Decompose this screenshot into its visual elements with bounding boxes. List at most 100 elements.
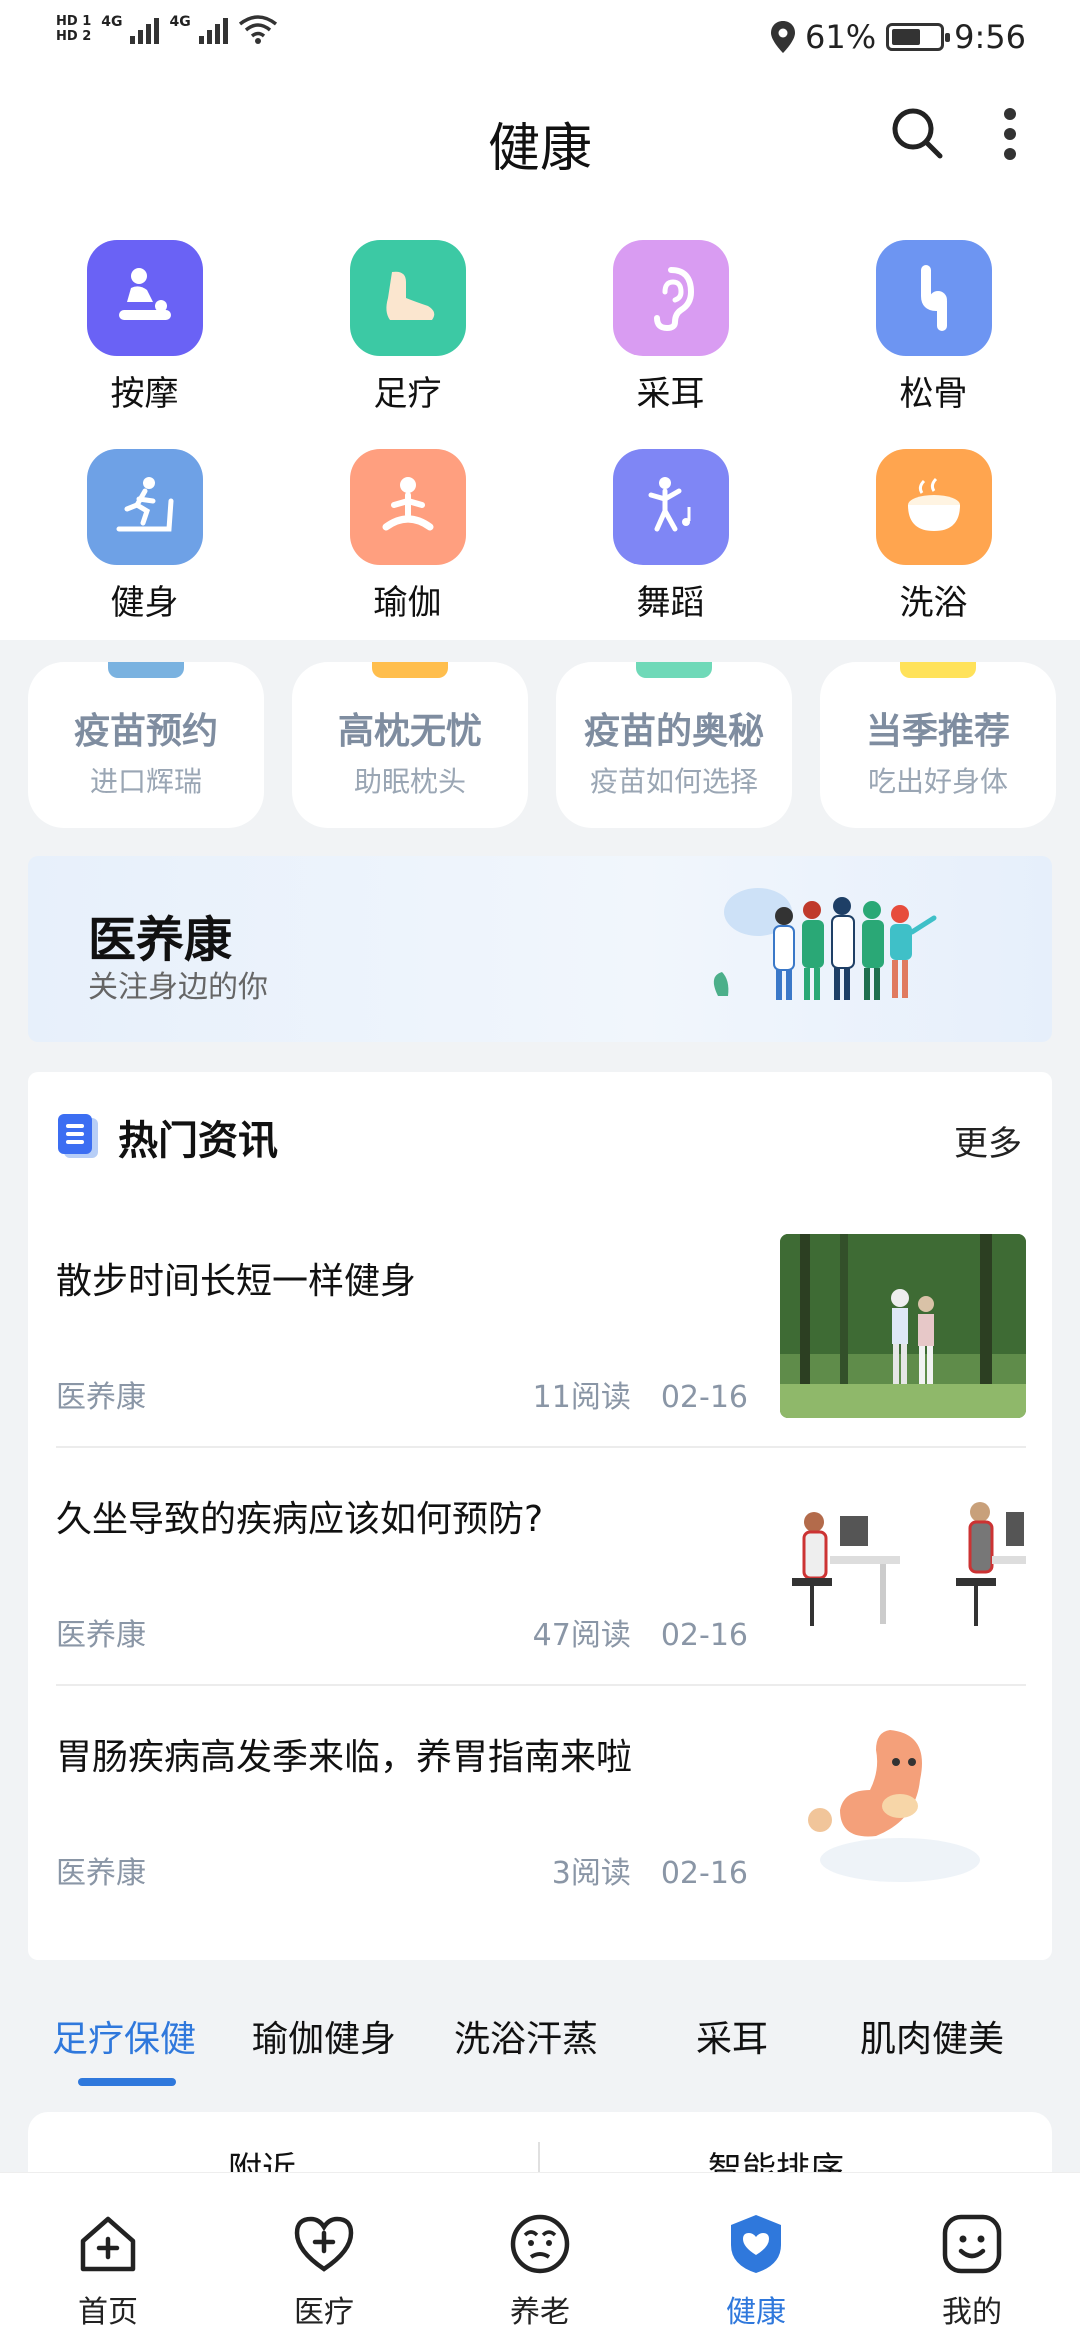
tab-ear-cleaning[interactable]: 采耳 [696,2010,768,2062]
nav-elderly-care[interactable]: 养老 [432,2173,648,2340]
nav-home[interactable]: 首页 [0,2173,216,2340]
divider [56,1446,1026,1448]
category-bath[interactable]: 洗浴 [802,449,1065,624]
active-tab-indicator [78,2078,176,2086]
news-item[interactable]: 久坐导致的疾病应该如何预防? 医养康 47阅读 02-16 [56,1472,1026,1682]
news-item[interactable]: 胃肠疾病高发季来临，养胃指南来啦 医养康 3阅读 02-16 [56,1710,1026,1920]
hd2-indicator: HD 2 [56,29,92,44]
divider [538,2142,540,2172]
service-tabs: 足疗保健 瑜伽健身 洗浴汗蒸 采耳 肌肉健美 [0,2000,1080,2110]
promo-card-vaccine-booking[interactable]: 疫苗预约 进口辉瑞 [28,662,264,828]
category-label: 瑜伽 [373,583,442,623]
battery-icon [886,23,951,51]
nav-label: 健康 [726,2295,786,2330]
promo-card-seasonal[interactable]: 当季推荐 吃出好身体 [820,662,1056,828]
news-meta: 11阅读 02-16 [532,1380,748,1415]
category-label: 健身 [110,583,179,623]
bottom-navigation: 首页 医疗 养老 健康 我的 [0,2172,1080,2340]
wifi-icon [238,15,277,44]
medical-staff-illustration [713,888,937,1000]
profile-face-icon [942,2214,1002,2274]
signal-icon [130,14,160,44]
card-accent [900,662,976,678]
clock: 9:56 [954,18,1026,56]
tab-bodybuilding[interactable]: 肌肉健美 [860,2010,1004,2062]
more-link[interactable]: 更多 [954,1116,1022,1165]
card-title: 疫苗预约 [73,711,218,752]
promo-cards: 疫苗预约 进口辉瑞 高枕无忧 助眠枕头 疫苗的奥秘 疫苗如何选择 当季推荐 吃出… [28,662,1056,828]
card-title: 当季推荐 [865,711,1010,752]
nav-label: 医疗 [294,2295,354,2330]
filter-bar: 附近 智能排序 [28,2112,1052,2172]
news-title: 胃肠疾病高发季来临，养胃指南来啦 [56,1737,633,1778]
battery-percent: 61% [805,18,877,56]
nav-label: 我的 [942,2295,1002,2330]
bone-icon [875,240,992,356]
medical-heart-icon [294,2216,354,2272]
category-dance[interactable]: 舞蹈 [539,449,802,624]
nav-label: 养老 [510,2295,570,2330]
category-bone[interactable]: 松骨 [802,240,1065,415]
dance-icon [612,449,729,565]
card-subtitle: 吃出好身体 [867,765,1008,798]
promo-card-pillow[interactable]: 高枕无忧 助眠枕头 [292,662,528,828]
ear-icon [612,240,729,356]
category-fitness[interactable]: 健身 [13,449,276,624]
category-label: 按摩 [110,374,179,414]
category-foot[interactable]: 足疗 [276,240,539,415]
nav-label: 首页 [78,2295,138,2330]
category-label: 松骨 [899,374,968,414]
massage-icon [86,240,203,356]
news-meta: 47阅读 02-16 [532,1618,748,1653]
nav-profile[interactable]: 我的 [864,2173,1080,2340]
yoga-icon [349,449,466,565]
foot-icon [349,240,466,356]
news-meta: 3阅读 02-16 [551,1856,748,1891]
card-accent [636,662,712,678]
category-label: 足疗 [373,374,442,414]
card-title: 高枕无忧 [337,711,482,752]
tab-sauna[interactable]: 洗浴汗蒸 [454,2010,598,2062]
banner-subtitle: 关注身边的你 [88,970,268,1005]
news-source: 医养康 [56,1618,146,1653]
card-title: 疫苗的奥秘 [583,711,764,752]
category-yoga[interactable]: 瑜伽 [276,449,539,624]
news-source: 医养康 [56,1856,146,1891]
health-shield-icon [731,2215,781,2273]
network-type-2: 4G [169,14,191,30]
card-subtitle: 进口辉瑞 [89,765,202,798]
promo-banner[interactable]: 医养康 关注身边的你 [28,856,1052,1042]
news-title: 久坐导致的疾病应该如何预防? [56,1499,544,1540]
more-options-icon[interactable] [990,102,1030,166]
category-ear[interactable]: 采耳 [539,240,802,415]
tab-foot-care[interactable]: 足疗保健 [52,2010,196,2062]
nearby-filter[interactable]: 附近 [228,2142,296,2172]
promo-card-vaccine-secret[interactable]: 疫苗的奥秘 疫苗如何选择 [556,662,792,828]
tab-yoga-fitness[interactable]: 瑜伽健身 [252,2010,396,2062]
card-subtitle: 助眠枕头 [353,765,466,798]
document-icon [58,1114,98,1158]
status-bar: HD 1 HD 2 4G 4G 61% 9:56 [0,0,1080,76]
banner-title: 医养康 [88,912,233,968]
elderly-face-icon [510,2214,570,2274]
nav-medical[interactable]: 医疗 [216,2173,432,2340]
walking-couple-thumbnail [780,1234,1026,1418]
treadmill-icon [86,449,203,565]
news-section-title: 热门资讯 [118,1118,278,1164]
search-icon[interactable] [888,104,948,164]
location-icon [771,21,796,53]
card-accent [108,662,184,678]
category-label: 舞蹈 [636,583,705,623]
news-source: 医养康 [56,1380,146,1415]
category-grid: 按摩 足疗 采耳 松骨 健身 瑜伽 舞蹈 洗浴 [0,240,1080,624]
category-massage[interactable]: 按摩 [13,240,276,415]
divider [56,1684,1026,1686]
hot-news-section: 热门资讯 更多 散步时间长短一样健身 医养康 11阅读 02-16 久坐导致的疾… [28,1072,1052,1960]
nav-health[interactable]: 健康 [648,2173,864,2340]
stomach-cartoon-thumbnail [780,1710,1026,1894]
sort-filter[interactable]: 智能排序 [708,2142,844,2172]
network-type-1: 4G [101,14,123,30]
card-subtitle: 疫苗如何选择 [589,765,758,798]
news-item[interactable]: 散步时间长短一样健身 医养康 11阅读 02-16 [56,1234,1026,1444]
category-label: 采耳 [636,374,705,414]
